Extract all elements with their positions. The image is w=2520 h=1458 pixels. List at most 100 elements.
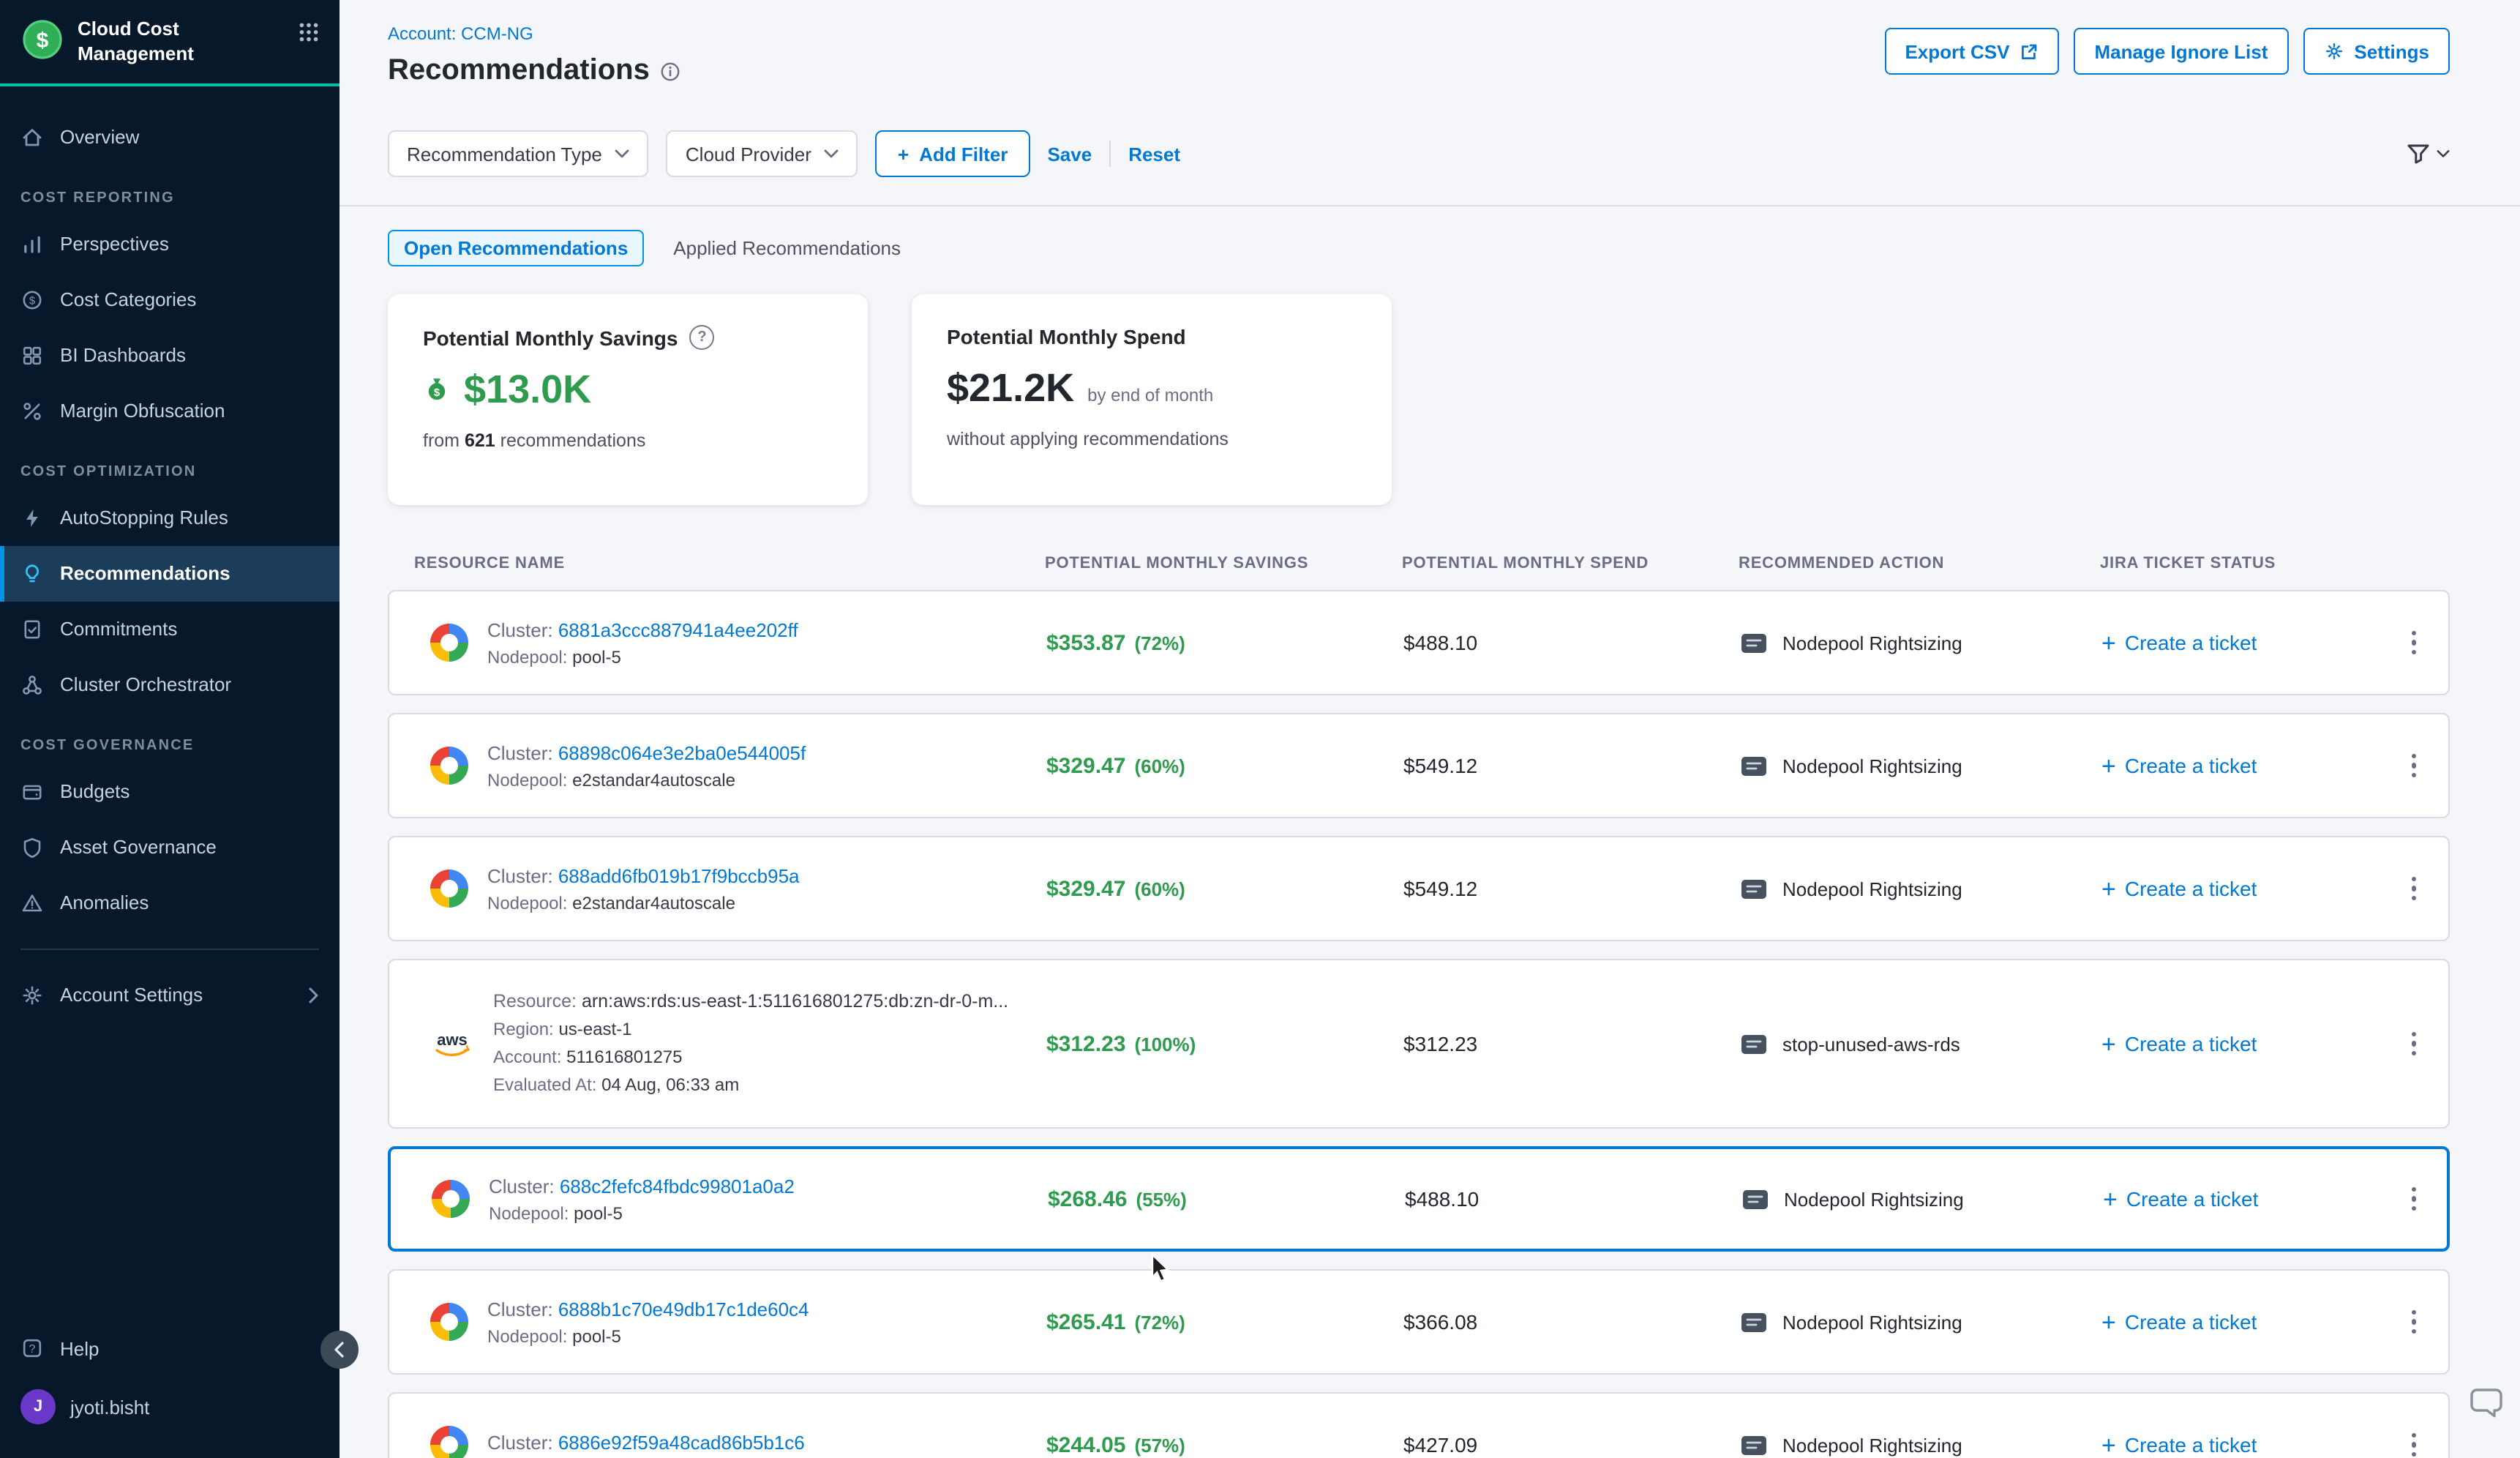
column-recommended-action: RECOMMENDED ACTION	[1739, 555, 2100, 572]
export-csv-button[interactable]: Export CSV	[1884, 28, 2059, 75]
page-title: Recommendations	[388, 54, 650, 88]
sidebar-item-overview[interactable]: Overview	[0, 110, 340, 165]
sidebar-divider	[20, 949, 319, 950]
savings-cell: $353.87(72%)	[1046, 630, 1403, 655]
recommended-action-cell: stop-unused-aws-rds	[1740, 1033, 2101, 1055]
sidebar-collapse-button[interactable]	[320, 1331, 359, 1369]
row-menu-button[interactable]	[2403, 1301, 2426, 1343]
table-row[interactable]: Cluster: 6886e92f59a48cad86b5b1c6 $244.0…	[388, 1392, 2450, 1458]
savings-value: $265.41	[1046, 1309, 1125, 1334]
resource-name-cell: Cluster: 6881a3ccc887941a4ee202ff Nodepo…	[389, 618, 1046, 667]
cluster-link[interactable]: 688c2fefc84fbdc99801a0a2	[560, 1175, 795, 1197]
sidebar-item-asset-governance[interactable]: Asset Governance	[0, 820, 340, 875]
create-ticket-button[interactable]: +Create a ticket	[2101, 1031, 2380, 1056]
cloud-provider-dropdown[interactable]: Cloud Provider	[667, 130, 858, 177]
row-menu-button[interactable]	[2403, 1023, 2426, 1065]
info-icon[interactable]	[660, 61, 680, 81]
chevron-right-icon	[307, 987, 319, 1004]
sidebar-item-label: BI Dashboards	[60, 345, 186, 367]
row-menu-button[interactable]	[2403, 1424, 2426, 1458]
breadcrumb-account-link[interactable]: Account: CCM-NG	[388, 23, 533, 44]
table-row-highlighted[interactable]: Cluster: 688c2fefc84fbdc99801a0a2 Nodepo…	[388, 1146, 2450, 1252]
save-filter-link[interactable]: Save	[1047, 143, 1092, 165]
manage-ignore-list-button[interactable]: Manage Ignore List	[2074, 28, 2288, 75]
tab-applied-recommendations[interactable]: Applied Recommendations	[659, 231, 915, 265]
sidebar-item-account-settings[interactable]: Account Settings	[0, 968, 340, 1023]
create-ticket-button[interactable]: +Create a ticket	[2103, 1186, 2381, 1211]
sidebar-item-recommendations[interactable]: Recommendations	[0, 546, 340, 602]
user-name: jyoti.bisht	[70, 1396, 149, 1418]
sidebar-item-margin-obfuscation[interactable]: Margin Obfuscation	[0, 384, 340, 439]
column-resource-name: RESOURCE NAME	[388, 555, 1045, 572]
table-row[interactable]: aws Resource: arn:aws:rds:us-east-1:5116…	[388, 959, 2450, 1129]
chat-support-icon[interactable]	[2467, 1385, 2505, 1420]
section-heading-cost-governance: COST GOVERNANCE	[0, 713, 340, 764]
sidebar-item-perspectives[interactable]: Perspectives	[0, 217, 340, 272]
nodepool-value: pool-5	[572, 1326, 621, 1346]
create-ticket-button[interactable]: +Create a ticket	[2101, 1309, 2380, 1334]
action-label: Nodepool Rightsizing	[1782, 1434, 1962, 1456]
table-row[interactable]: Cluster: 68898c064e3e2ba0e544005f Nodepo…	[388, 713, 2450, 818]
module-switcher-icon[interactable]	[299, 22, 319, 42]
plus-icon: +	[2101, 753, 2116, 778]
sidebar-item-cost-categories[interactable]: $ Cost Categories	[0, 272, 340, 328]
settings-button[interactable]: Settings	[2303, 28, 2450, 75]
table-row[interactable]: Cluster: 688add6fb019b17f9bccb95a Nodepo…	[388, 836, 2450, 941]
spend-subtext: without applying recommendations	[947, 429, 1357, 449]
plus-icon: +	[2101, 1031, 2116, 1056]
vertical-divider	[1109, 141, 1111, 167]
sidebar-item-autostopping-rules[interactable]: AutoStopping Rules	[0, 490, 340, 546]
dollar-circle-icon: $	[20, 288, 44, 312]
filter-panel-button[interactable]	[2406, 142, 2450, 165]
savings-cell: $268.46(55%)	[1048, 1186, 1405, 1211]
cluster-link[interactable]: 68898c064e3e2ba0e544005f	[558, 741, 806, 763]
create-ticket-button[interactable]: +Create a ticket	[2101, 630, 2380, 655]
spend-cell: $549.12	[1403, 754, 1740, 777]
spend-cell: $488.10	[1405, 1187, 1741, 1211]
table-row[interactable]: Cluster: 6881a3ccc887941a4ee202ff Nodepo…	[388, 590, 2450, 695]
savings-cell: $244.05(57%)	[1046, 1432, 1403, 1457]
create-ticket-button[interactable]: +Create a ticket	[2101, 753, 2380, 778]
row-menu-button[interactable]	[2403, 868, 2426, 910]
sidebar-item-commitments[interactable]: Commitments	[0, 602, 340, 657]
svg-text:$: $	[29, 294, 36, 307]
sidebar-item-bi-dashboards[interactable]: BI Dashboards	[0, 328, 340, 384]
user-menu[interactable]: J jyoti.bisht	[0, 1376, 340, 1438]
cluster-link[interactable]: 6881a3ccc887941a4ee202ff	[558, 618, 798, 640]
create-ticket-label: Create a ticket	[2125, 631, 2257, 654]
sidebar-item-help[interactable]: ? Help	[0, 1320, 340, 1376]
cluster-link[interactable]: 688add6fb019b17f9bccb95a	[558, 864, 800, 886]
savings-value: $329.47	[1046, 876, 1125, 901]
app-title: Cloud Cost Management	[78, 18, 212, 67]
reset-filter-link[interactable]: Reset	[1128, 143, 1180, 165]
create-ticket-button[interactable]: +Create a ticket	[2101, 1432, 2380, 1457]
add-filter-button[interactable]: + Add Filter	[876, 130, 1030, 177]
aws-icon: aws	[430, 1028, 474, 1059]
row-menu-button[interactable]	[2403, 1178, 2426, 1220]
rightsizing-icon	[1740, 878, 1768, 900]
savings-value: $329.47	[1046, 753, 1125, 778]
table-row[interactable]: Cluster: 6888b1c70e49db17c1de60c4 Nodepo…	[388, 1269, 2450, 1375]
help-circle-icon[interactable]: ?	[690, 325, 715, 350]
chevron-down-icon	[2437, 149, 2450, 158]
gcp-icon	[430, 870, 468, 908]
evaluated-at-value: 04 Aug, 06:33 am	[601, 1074, 739, 1095]
row-menu-button[interactable]	[2403, 745, 2426, 787]
bar-chart-icon	[20, 233, 44, 256]
sidebar-item-anomalies[interactable]: Anomalies	[0, 875, 340, 931]
cluster-link[interactable]: 6888b1c70e49db17c1de60c4	[558, 1298, 809, 1320]
potential-monthly-savings-card: Potential Monthly Savings ? $ $13.0K fro…	[388, 294, 868, 505]
create-ticket-button[interactable]: +Create a ticket	[2101, 876, 2380, 901]
sidebar-item-budgets[interactable]: Budgets	[0, 764, 340, 820]
tab-open-recommendations[interactable]: Open Recommendations	[388, 230, 644, 266]
action-label: Nodepool Rightsizing	[1782, 878, 1962, 900]
resource-text: Cluster: 6881a3ccc887941a4ee202ff Nodepo…	[487, 618, 798, 667]
cluster-link[interactable]: 6886e92f59a48cad86b5b1c6	[558, 1431, 805, 1453]
cluster-label: Cluster:	[487, 1431, 553, 1453]
sidebar-item-label: Anomalies	[60, 892, 149, 914]
row-menu-button[interactable]	[2403, 622, 2426, 664]
create-ticket-label: Create a ticket	[2125, 877, 2257, 900]
sidebar-item-cluster-orchestrator[interactable]: Cluster Orchestrator	[0, 657, 340, 713]
recommendation-type-dropdown[interactable]: Recommendation Type	[388, 130, 649, 177]
percent-icon	[20, 400, 44, 423]
